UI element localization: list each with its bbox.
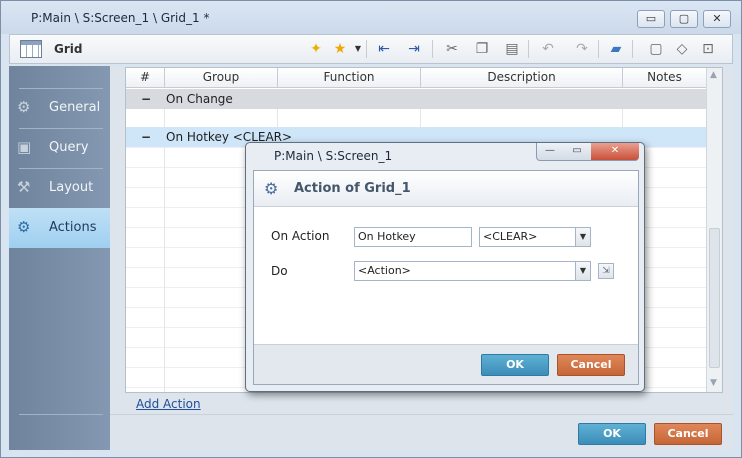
collapse-toggle[interactable]: − — [141, 127, 151, 147]
column-header-function[interactable]: Function — [278, 68, 421, 88]
title-bar: P:Main \ S:Screen_1 \ Grid_1 * ▭ ▢ ✕ — [1, 1, 741, 34]
toolbar-separator — [598, 40, 599, 58]
ok-button[interactable]: OK — [578, 423, 646, 445]
toolbar-separator — [632, 40, 633, 58]
app-window: P:Main \ S:Screen_1 \ Grid_1 * ▭ ▢ ✕ Gri… — [0, 0, 742, 458]
star-icon[interactable]: ★ — [330, 39, 350, 59]
column-header-description[interactable]: Description — [421, 68, 623, 88]
toolbar-separator — [366, 40, 367, 58]
column-header-group[interactable]: Group — [165, 68, 278, 88]
maximize-button[interactable]: ▢ — [670, 10, 698, 28]
sidebar: ⚙ General ▣ Query ⚒ Layout ⚙ Actions — [9, 66, 110, 450]
dialog-maximize-button[interactable]: ▭ — [564, 143, 590, 160]
layout-icon: ⚒ — [17, 178, 31, 196]
dialog-cancel-button[interactable]: Cancel — [557, 354, 625, 376]
grid-icon — [20, 40, 42, 58]
speech-bubble-icon[interactable]: ▢ — [646, 39, 666, 59]
sidebar-item-general[interactable]: ⚙ General — [9, 88, 110, 128]
group-label: On Change — [166, 92, 233, 106]
divider — [110, 414, 733, 415]
window-title: P:Main \ S:Screen_1 \ Grid_1 * — [31, 11, 210, 25]
toolbar-separator — [432, 40, 433, 58]
dialog-minimize-button[interactable]: — — [537, 143, 563, 160]
outdent-icon[interactable]: ⇤ — [374, 39, 394, 59]
toolbar: Grid ✦ ★ ▼ ⇤ ⇥ ✂ ❐ ▤ ↶ ↷ ▰ ▢ ◇ ⊡ — [9, 34, 733, 64]
indent-icon[interactable]: ⇥ — [404, 39, 424, 59]
dialog-footer: OK Cancel — [254, 344, 638, 384]
sidebar-item-label: General — [49, 100, 101, 115]
gear-icon: ⚙ — [264, 179, 279, 198]
export-icon[interactable]: ⊡ — [698, 39, 718, 59]
vertical-scrollbar[interactable]: ▲ ▼ — [706, 68, 722, 392]
dialog-header: ⚙ Action of Grid_1 — [254, 171, 638, 207]
do-label: Do — [271, 264, 288, 278]
sidebar-item-layout[interactable]: ⚒ Layout — [9, 168, 110, 208]
dialog-body: ⚙ Action of Grid_1 On Action On Hotkey <… — [253, 170, 639, 385]
close-button[interactable]: ✕ — [703, 10, 731, 28]
cut-icon[interactable]: ✂ — [442, 39, 462, 59]
column-divider — [164, 108, 165, 392]
collapse-toggle[interactable]: − — [141, 89, 151, 109]
lightbulb-icon[interactable]: ✦ — [306, 39, 326, 59]
sidebar-item-label: Actions — [49, 220, 97, 235]
sidebar-divider — [19, 414, 103, 415]
grid-header: # Group Function Description Notes — [126, 68, 706, 88]
tag-icon[interactable]: ◇ — [672, 39, 692, 59]
paste-icon[interactable]: ▤ — [502, 39, 522, 59]
scroll-thumb[interactable] — [709, 228, 720, 368]
do-select-value: <Action> — [358, 264, 411, 277]
scroll-up-icon[interactable]: ▲ — [710, 70, 717, 80]
copy-icon[interactable]: ❐ — [472, 39, 492, 59]
hotkey-select-value: <CLEAR> — [483, 230, 538, 243]
cancel-button[interactable]: Cancel — [654, 423, 722, 445]
group-row-on-change[interactable]: − On Change — [126, 89, 706, 109]
sidebar-item-label: Query — [49, 140, 89, 155]
minimize-button[interactable]: ▭ — [637, 10, 665, 28]
on-action-label: On Action — [271, 229, 330, 243]
sidebar-item-actions[interactable]: ⚙ Actions — [9, 208, 110, 248]
open-action-icon[interactable]: ⇲ — [598, 263, 614, 279]
chevron-down-icon[interactable]: ▼ — [348, 39, 368, 59]
actions-icon: ⚙ — [17, 218, 31, 236]
dialog-title: P:Main \ S:Screen_1 — [274, 149, 393, 163]
sidebar-item-label: Layout — [49, 180, 94, 195]
chevron-down-icon[interactable]: ▼ — [575, 262, 590, 280]
toolbar-title: Grid — [54, 42, 83, 56]
sidebar-item-query[interactable]: ▣ Query — [9, 128, 110, 168]
on-action-field[interactable]: On Hotkey — [354, 227, 472, 247]
query-icon: ▣ — [17, 138, 32, 156]
dialog-close-button[interactable]: ✕ — [591, 143, 639, 160]
do-select[interactable]: <Action> ▼ — [354, 261, 591, 281]
settings-icon: ⚙ — [17, 98, 31, 116]
redo-icon[interactable]: ↷ — [572, 39, 592, 59]
dialog-window-buttons: — ▭ ✕ — [536, 143, 639, 161]
scroll-down-icon[interactable]: ▼ — [710, 378, 717, 388]
action-dialog: P:Main \ S:Screen_1 — ▭ ✕ ⚙ Action of Gr… — [245, 142, 645, 392]
column-header-notes[interactable]: Notes — [623, 68, 706, 88]
undo-icon[interactable]: ↶ — [538, 39, 558, 59]
chevron-down-icon[interactable]: ▼ — [575, 228, 590, 246]
column-header-number[interactable]: # — [126, 68, 165, 88]
dialog-ok-button[interactable]: OK — [481, 354, 549, 376]
hotkey-select[interactable]: <CLEAR> ▼ — [479, 227, 591, 247]
comment-icon[interactable]: ▰ — [606, 39, 626, 59]
dialog-heading: Action of Grid_1 — [294, 181, 411, 196]
add-action-link[interactable]: Add Action — [136, 397, 201, 411]
toolbar-separator — [528, 40, 529, 58]
